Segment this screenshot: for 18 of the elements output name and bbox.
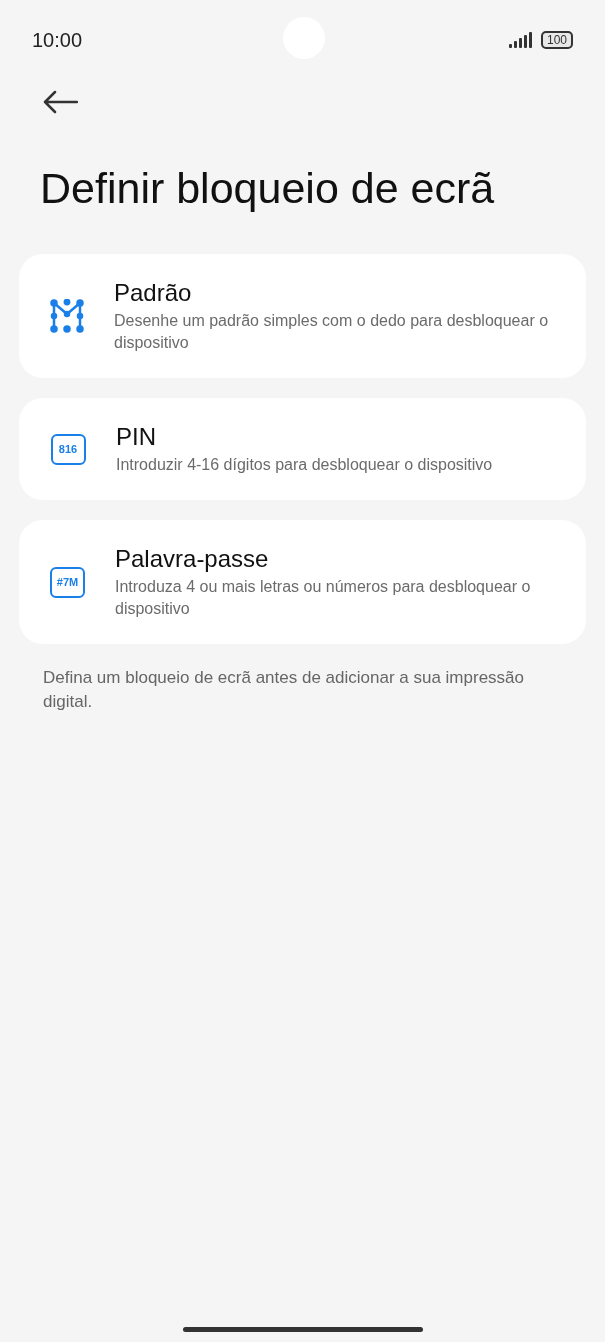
password-icon: #7M	[50, 566, 85, 598]
lock-option-card[interactable]: 816 PIN Introduzir 4-16 dígitos para desbloquear o dispositivo	[19, 398, 586, 500]
status-time: 10:00	[32, 28, 83, 53]
option-description: Introduzir 4-16 dígitos para desbloquear o dispositivo	[116, 455, 493, 475]
option-title: Palavra-passe	[115, 544, 270, 574]
signal-icon	[508, 32, 535, 48]
page-title: Definir bloqueio de ecrã	[39, 163, 496, 214]
option-description: Desenhe um padrão simples com o dedo para desbloquear o dispositivo	[114, 311, 550, 353]
option-title: PIN	[116, 422, 157, 452]
footer-note: Defina um bloqueio de ecrã antes de adicionar a sua impressão digital.	[42, 667, 525, 713]
option-description: Introduza 4 ou mais letras ou números para desbloquear o dispositivo	[115, 577, 532, 619]
lock-option-card[interactable]: Padrão Desenhe um padrão simples com o dedo para desbloquear o dispositivo	[19, 254, 586, 378]
pattern-icon	[50, 299, 84, 333]
lock-option-card[interactable]: #7M Palavra-passe Introduza 4 ou mais letras ou números para desbloquear o dispositivo	[19, 520, 586, 644]
back-icon[interactable]	[42, 90, 78, 114]
pin-icon: 816	[50, 433, 86, 465]
option-title: Padrão	[114, 278, 193, 308]
battery-indicator: 100	[540, 31, 573, 49]
